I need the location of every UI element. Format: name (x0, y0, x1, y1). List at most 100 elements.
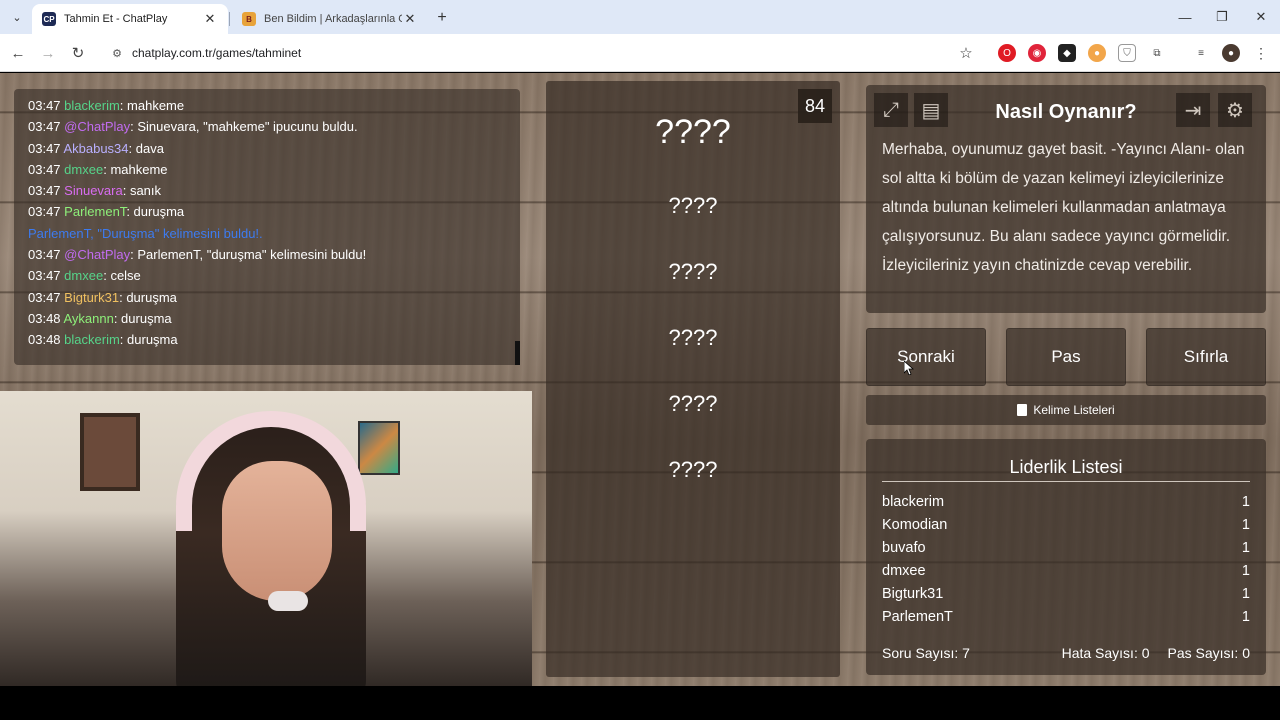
chat-username[interactable]: Aykannn (63, 311, 113, 326)
window-close-icon[interactable]: ✕ (1246, 6, 1276, 28)
chat-message: 03:47 ParlemenT: duruşma (28, 201, 506, 222)
reset-button[interactable]: Sıfırla (1146, 328, 1266, 386)
chat-text: mahkeme (127, 98, 185, 113)
chat-timestamp: 03:48 (28, 310, 61, 326)
chat-message: 03:47 @ChatPlay: ParlemenT, "duruşma" ke… (28, 244, 506, 265)
tab-title: Tahmin Et - ChatPlay (64, 13, 168, 25)
extensions-puzzle-icon[interactable]: ⧉ (1148, 44, 1166, 62)
chat-separator: : (122, 183, 130, 199)
player-name: buvafo (882, 540, 926, 556)
orange-extension-icon[interactable]: ● (1088, 44, 1106, 62)
chat-username[interactable]: dmxee (64, 268, 103, 283)
chat-separator: : (126, 204, 134, 220)
chat-username[interactable]: ParlemenT (64, 204, 126, 219)
chat-timestamp: 03:47 (28, 289, 61, 305)
chat-username[interactable]: @ChatPlay (64, 119, 130, 134)
chat-username[interactable]: dmxee (64, 162, 103, 177)
player-name: dmxee (882, 563, 926, 579)
player-name: ParlemenT (882, 609, 953, 625)
reload-icon[interactable]: ↻ (67, 42, 89, 64)
word-lists-label: Kelime Listeleri (1033, 403, 1115, 417)
pass-button[interactable]: Pas (1006, 328, 1126, 386)
menu-kebab-icon[interactable]: ⋮ (1252, 44, 1270, 62)
leaderboard-row: buvafo 1 (882, 540, 1250, 556)
player-score: 1 (1241, 586, 1250, 602)
hint-word: ???? (668, 325, 718, 350)
close-tab-icon[interactable]: ✕ (402, 11, 418, 27)
wall-painting (80, 413, 140, 491)
chat-panel: 03:47 blackerim: mahkeme 03:47 @ChatPlay:… (14, 89, 520, 365)
player-score: 1 (1241, 563, 1250, 579)
notepad-icon (1017, 404, 1028, 416)
how-to-play-text: Merhaba, oyunumuz gayet basit. -Yayıncı … (882, 141, 1245, 274)
player-score: 1 (1241, 609, 1250, 625)
player-score: 1 (1241, 517, 1250, 533)
close-tab-icon[interactable]: ✕ (202, 11, 218, 27)
tab-search-icon[interactable]: ⌄ (6, 6, 28, 28)
how-to-play-title: Nasıl Oynanır? (995, 101, 1137, 123)
url-text[interactable]: chatplay.com.tr/games/tahminet (132, 46, 956, 60)
tab-title: Ben Bildim | Arkadaşlarınla Onli (264, 13, 402, 25)
chat-timestamp: 03:47 (28, 140, 61, 156)
hint-word: ???? (668, 193, 718, 218)
chat-message: 03:48 Aykannn: duruşma (28, 308, 506, 329)
tab-benbildim[interactable]: B Ben Bildim | Arkadaşlarınla Onli ✕ (232, 4, 428, 34)
chat-timestamp: 03:47 (28, 119, 61, 135)
chat-username[interactable]: blackerim (64, 332, 120, 347)
chat-separator: : (119, 332, 128, 348)
chat-message: 03:48 blackerim: duruşma (28, 329, 506, 350)
restore-icon[interactable]: ❐ (1207, 6, 1237, 28)
opera-extension-icon[interactable]: O (998, 44, 1016, 62)
question-count: Soru Sayısı: 7 (882, 645, 970, 661)
player-name: Komodian (882, 517, 948, 533)
address-bar[interactable]: ⚙ chatplay.com.tr/games/tahminet ☆ (100, 39, 980, 67)
chat-scrollbar[interactable] (515, 341, 520, 365)
minimize-icon[interactable]: — (1170, 6, 1200, 28)
chat-message: 03:47 @ChatPlay: Sinuevara, "mahkeme" ip… (28, 116, 506, 137)
chat-username[interactable]: Sinuevara (64, 183, 123, 198)
player-name: Bigturk31 (882, 586, 944, 602)
chat-separator: : (128, 140, 136, 156)
page-bottom-bar (0, 686, 1280, 720)
new-tab-icon[interactable]: + (432, 8, 452, 28)
chat-username[interactable]: blackerim (64, 98, 120, 113)
webcam-feed (0, 391, 532, 686)
main-word: ???? (655, 113, 731, 151)
leaderboard-row: blackerim 1 (882, 494, 1250, 510)
hint-word: ???? (668, 457, 718, 482)
chat-message: ParlemenT, "Duruşma" kelimesini buldu!. (28, 223, 506, 244)
how-to-play-panel: ⤢ ▤ ⇥ ⚙ Nasıl Oynanır? Merhaba, oyunumuz… (866, 85, 1266, 313)
tab-chatplay[interactable]: CP Tahmin Et - ChatPlay ✕ (32, 4, 228, 34)
chat-username[interactable]: Akbabus34 (63, 141, 128, 156)
bookmark-star-icon[interactable]: ☆ (956, 44, 976, 62)
chat-text: duruşma (126, 289, 177, 305)
chat-username[interactable]: @ChatPlay (64, 247, 130, 262)
leaderboard-row: Bigturk31 1 (882, 586, 1250, 602)
microphone (268, 591, 308, 611)
media-controls-icon[interactable]: ≡ (1192, 44, 1210, 62)
player-score: 1 (1241, 494, 1250, 510)
next-button[interactable]: Sonraki (866, 328, 986, 386)
system-message: ParlemenT, "Duruşma" kelimesini buldu!. (28, 225, 263, 241)
forward-icon[interactable]: → (37, 42, 59, 64)
chat-timestamp: 03:47 (28, 161, 61, 177)
divider (882, 481, 1250, 482)
chat-text: duruşma (127, 332, 178, 348)
word-lists-button[interactable]: Kelime Listeleri (866, 395, 1266, 425)
leaderboard-title: Liderlik Listesi (1009, 457, 1123, 477)
tab-strip: ⌄ CP Tahmin Et - ChatPlay ✕ B Ben Bildim… (0, 0, 1280, 34)
chat-username[interactable]: Bigturk31 (64, 290, 119, 305)
headset (176, 411, 366, 531)
chat-text: sanık (129, 183, 162, 199)
shield-extension-icon[interactable]: ⛉ (1118, 44, 1136, 62)
leaderboard-panel: Liderlik Listesi blackerim 1 Komodian 1 … (866, 439, 1266, 675)
player-score: 1 (1241, 540, 1250, 556)
chat-text: celse (110, 268, 141, 284)
back-icon[interactable]: ← (7, 42, 29, 64)
error-count: Hata Sayısı: 0 (1061, 645, 1150, 661)
red-extension-icon[interactable]: ◉ (1028, 44, 1046, 62)
dark-extension-icon[interactable]: ◆ (1058, 44, 1076, 62)
profile-avatar[interactable]: ● (1222, 44, 1240, 62)
words-panel: 84 ???? ???? ???? ???? ???? ???? (546, 81, 840, 677)
site-info-icon[interactable]: ⚙ (108, 44, 126, 62)
